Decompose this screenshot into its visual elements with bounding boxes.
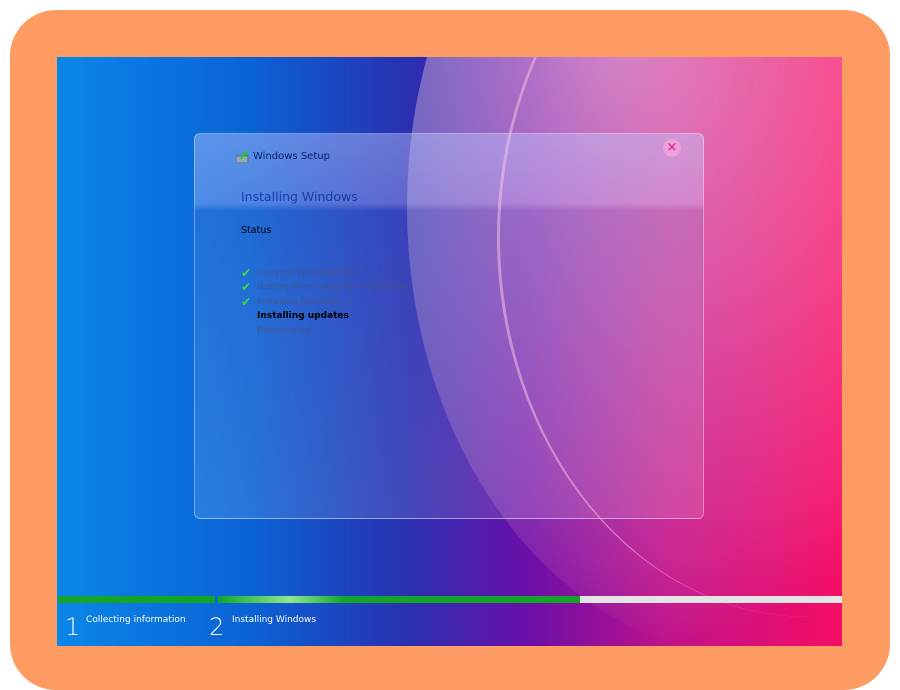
page-heading: Installing Windows [241, 189, 358, 204]
phase2-number: 2 [209, 613, 225, 641]
phase2-label: Installing Windows [232, 615, 317, 625]
step-getting-files: Getting files ready for installation [257, 282, 408, 292]
window-title: Windows Setup [253, 151, 330, 162]
status-label: Status [241, 225, 272, 236]
phase1-label: Collecting information [86, 615, 186, 625]
phase1-progress-bar [58, 596, 215, 603]
step-updates-current: Installing updates [257, 311, 349, 321]
check-icon: ✔ [241, 280, 252, 294]
step-copying: Copying Windows files [257, 268, 359, 278]
setup-dialog: Windows Setup × Installing Windows Statu… [194, 133, 704, 519]
phase1-number: 1 [65, 613, 81, 641]
setup-screen: Windows Setup × Installing Windows Statu… [57, 57, 842, 646]
step-features: Installing features [257, 297, 339, 307]
check-icon: ✔ [241, 295, 252, 309]
check-icon: ✔ [241, 266, 252, 280]
step-finishing: Finishing up [257, 326, 311, 336]
close-button[interactable]: × [663, 139, 681, 157]
phase2-progress-fill [218, 596, 580, 603]
phase2-progress-bar [218, 596, 842, 603]
windows-setup-icon [236, 151, 249, 163]
